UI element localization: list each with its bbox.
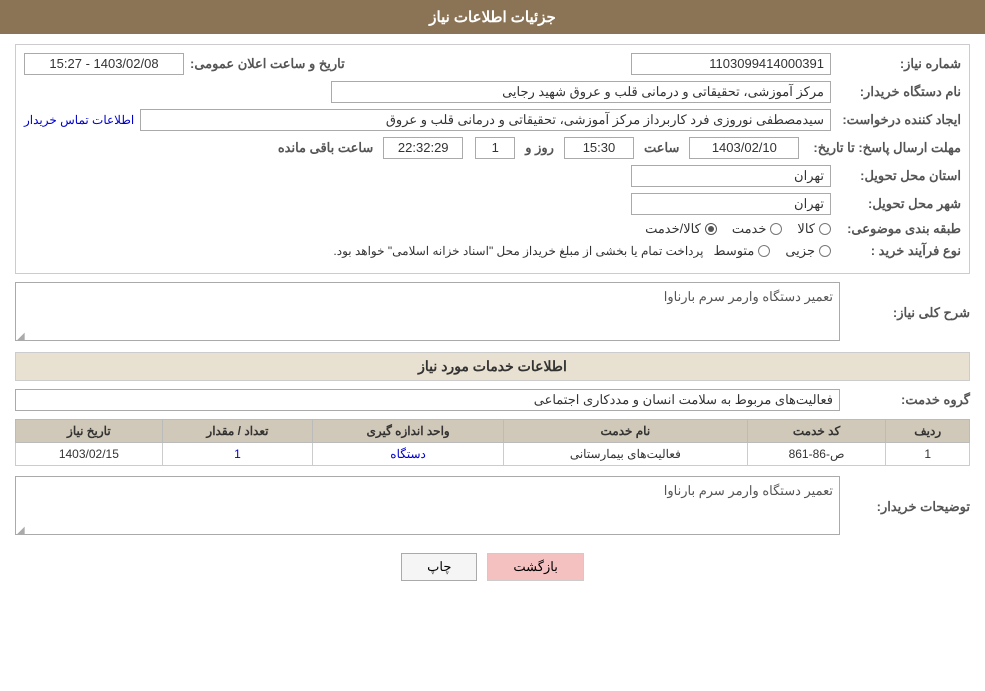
purchase-type-label: نوع فرآیند خرید :	[831, 243, 961, 259]
city-value: تهران	[631, 193, 831, 215]
send-date-value: 1403/02/10	[689, 137, 799, 159]
radio-kala-khedmat-label: کالا/خدمت	[645, 221, 701, 237]
radio-kala-khedmat	[705, 223, 717, 235]
col-quantity: تعداد / مقدار	[162, 420, 312, 443]
cell-row-num: 1	[886, 443, 970, 466]
col-service-code: کد خدمت	[747, 420, 886, 443]
purchase-type-jozii: جزیی	[785, 243, 831, 259]
purchase-type-mottavaset: متوسط	[713, 243, 770, 259]
row-category: طبقه بندی موضوعی: کالا خدمت کالا/خدمت	[24, 221, 961, 237]
purchase-type-options: جزیی متوسط	[713, 243, 831, 259]
row-service-group: گروه خدمت: فعالیت‌های مربوط به سلامت انس…	[15, 389, 970, 411]
col-row-num: ردیف	[886, 420, 970, 443]
row-need-number: شماره نیاز: 1103099414000391 تاریخ و ساع…	[24, 53, 961, 75]
col-unit: واحد اندازه گیری	[313, 420, 504, 443]
province-value: تهران	[631, 165, 831, 187]
province-label: استان محل تحویل:	[831, 168, 961, 184]
send-day-value: 1	[475, 137, 515, 159]
row-need-description: شرح کلی نیاز: ◢	[15, 282, 970, 344]
row-purchase-type: نوع فرآیند خرید : جزیی متوسط پرداخت تمام…	[24, 243, 961, 259]
table-row: 1 ص-86-861 فعالیت‌های بیمارستانی دستگاه …	[16, 443, 970, 466]
send-time-label: ساعت	[644, 140, 679, 156]
remaining-value: 22:32:29	[383, 137, 463, 159]
print-button[interactable]: چاپ	[401, 553, 477, 581]
category-options: کالا خدمت کالا/خدمت	[645, 221, 831, 237]
category-option-kala: کالا	[797, 221, 831, 237]
need-description-textarea[interactable]	[15, 282, 840, 341]
category-option-kala-khedmat: کالا/خدمت	[645, 221, 717, 237]
buyer-notes-wrapper: ◢	[15, 476, 840, 538]
col-service-name: نام خدمت	[504, 420, 748, 443]
need-description-label: شرح کلی نیاز:	[840, 305, 970, 321]
purchase-type-note: پرداخت تمام یا بخشی از مبلغ خریداز محل "…	[333, 244, 703, 258]
remaining-label: ساعت باقی مانده	[278, 140, 373, 156]
cell-quantity: 1	[162, 443, 312, 466]
announcement-label: تاریخ و ساعت اعلان عمومی:	[190, 56, 345, 72]
creator-label: ایجاد کننده درخواست:	[831, 112, 961, 128]
services-table: ردیف کد خدمت نام خدمت واحد اندازه گیری ت…	[15, 419, 970, 466]
row-city: شهر محل تحویل: تهران	[24, 193, 961, 215]
contact-link[interactable]: اطلاعات تماس خریدار	[24, 113, 134, 127]
back-button[interactable]: بازگشت	[487, 553, 583, 581]
radio-khedmat	[770, 223, 782, 235]
cell-service-code: ص-86-861	[747, 443, 886, 466]
category-label: طبقه بندی موضوعی:	[831, 221, 961, 237]
cell-unit: دستگاه	[313, 443, 504, 466]
radio-mottavaset	[758, 245, 770, 257]
button-bar: بازگشت چاپ	[15, 553, 970, 581]
row-province: استان محل تحویل: تهران	[24, 165, 961, 187]
buyer-notes-textarea[interactable]	[15, 476, 840, 535]
service-group-label: گروه خدمت:	[840, 392, 970, 408]
service-group-value: فعالیت‌های مربوط به سلامت انسان و مددکار…	[15, 389, 840, 411]
services-table-section: ردیف کد خدمت نام خدمت واحد اندازه گیری ت…	[15, 419, 970, 466]
radio-kala-label: کالا	[797, 221, 815, 237]
need-description-wrapper: ◢	[15, 282, 840, 344]
row-send-date: مهلت ارسال پاسخ: تا تاریخ: 1403/02/10 سا…	[24, 137, 961, 159]
send-time-value: 15:30	[564, 137, 634, 159]
city-label: شهر محل تحویل:	[831, 196, 961, 212]
main-info-section: شماره نیاز: 1103099414000391 تاریخ و ساع…	[15, 44, 970, 274]
creator-value: سیدمصطفی نوروزی فرد کاربرداز مرکز آموزشی…	[140, 109, 831, 131]
announcement-value: 1403/02/08 - 15:27	[24, 53, 184, 75]
radio-kala	[819, 223, 831, 235]
radio-mottavaset-label: متوسط	[713, 243, 754, 259]
buyer-notes-label: توضیحات خریدار:	[840, 499, 970, 515]
need-number-value: 1103099414000391	[631, 53, 831, 75]
cell-need-date: 1403/02/15	[16, 443, 163, 466]
send-day-label: روز و	[525, 140, 554, 156]
category-option-khedmat: خدمت	[732, 221, 783, 237]
resize-icon: ◢	[17, 331, 25, 342]
buyer-org-value: مرکز آموزشی، تحقیقاتی و درمانی قلب و عرو…	[331, 81, 831, 103]
send-date-label: مهلت ارسال پاسخ: تا تاریخ:	[805, 140, 961, 156]
radio-jozii-label: جزیی	[785, 243, 815, 259]
need-number-label: شماره نیاز:	[831, 56, 961, 72]
buyer-org-label: نام دستگاه خریدار:	[831, 84, 961, 100]
resize-icon-2: ◢	[17, 525, 25, 536]
col-need-date: تاریخ نیاز	[16, 420, 163, 443]
radio-jozii	[819, 245, 831, 257]
row-buyer-notes: توضیحات خریدار: ◢	[15, 476, 970, 538]
row-creator: ایجاد کننده درخواست: سیدمصطفی نوروزی فرد…	[24, 109, 961, 131]
services-section-title: اطلاعات خدمات مورد نیاز	[15, 352, 970, 381]
row-buyer-org: نام دستگاه خریدار: مرکز آموزشی، تحقیقاتی…	[24, 81, 961, 103]
page-title: جزئیات اطلاعات نیاز	[429, 9, 556, 26]
radio-khedmat-label: خدمت	[732, 221, 767, 237]
cell-service-name: فعالیت‌های بیمارستانی	[504, 443, 748, 466]
page-header: جزئیات اطلاعات نیاز	[0, 0, 985, 34]
